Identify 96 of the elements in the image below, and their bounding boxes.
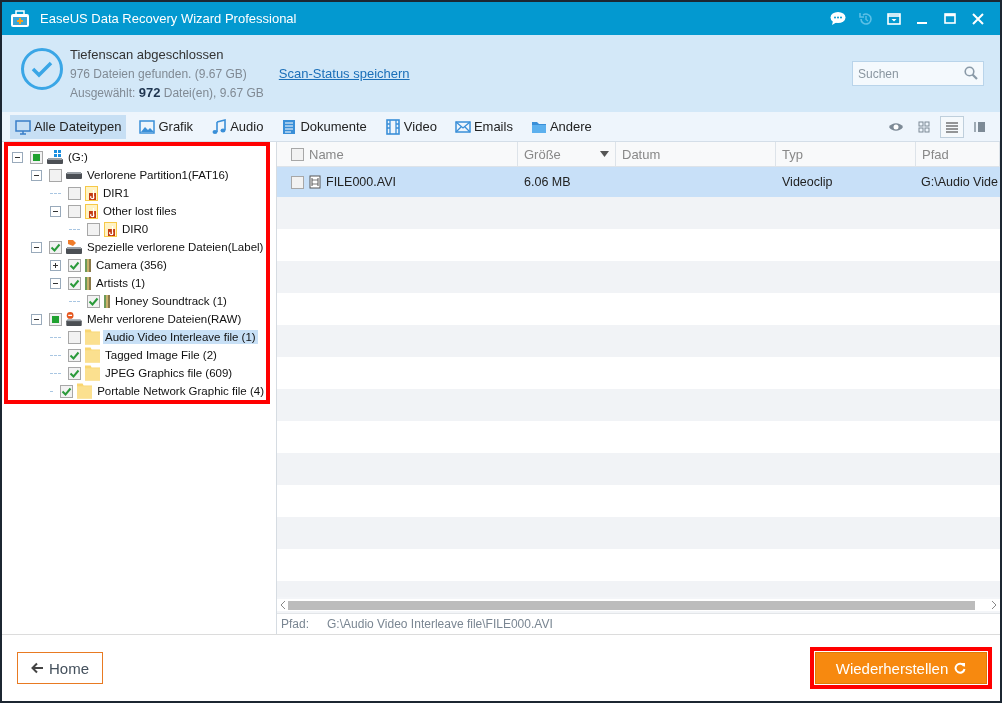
chat-bubble-icon[interactable] <box>830 10 846 27</box>
video-file-icon <box>309 175 321 189</box>
filter-tab[interactable]: Video <box>379 114 442 139</box>
scrollbar-thumb[interactable] <box>288 600 975 610</box>
checkbox[interactable] <box>291 175 304 189</box>
selected-summary-text: Ausgewählt: 972 Datei(en), 9.67 GB <box>70 85 265 100</box>
checkbox[interactable] <box>68 186 81 200</box>
maximize-icon[interactable] <box>942 10 958 27</box>
scroll-left-icon[interactable] <box>280 601 286 609</box>
checkbox[interactable] <box>87 222 100 236</box>
book-icon <box>85 276 91 290</box>
filter-tab[interactable]: Alle Dateitypen <box>10 114 127 139</box>
column-header[interactable]: Datum <box>622 146 661 162</box>
checkbox[interactable] <box>49 240 62 254</box>
tree-item[interactable]: Artists (1) <box>94 276 148 290</box>
envelope-icon <box>454 118 471 135</box>
window-title: EaseUS Data Recovery Wizard Professional <box>40 11 297 26</box>
search-field[interactable]: Suchen <box>852 61 984 86</box>
drive-icon <box>66 312 82 326</box>
checkbox[interactable] <box>68 348 81 362</box>
expand-toggle[interactable] <box>50 259 61 271</box>
path-value: G:\Audio Video Interleave file\FILE000.AVI <box>327 617 553 631</box>
grid-icon <box>916 118 932 135</box>
tagged-drive-icon <box>66 240 82 254</box>
collapse-toggle[interactable] <box>50 277 61 289</box>
collapse-toggle[interactable] <box>31 241 42 253</box>
view-mode-button[interactable] <box>940 115 964 138</box>
horizontal-scrollbar[interactable] <box>277 599 1000 611</box>
table-cell: FILE000.AVI <box>326 175 396 189</box>
redo-arrow-icon <box>954 662 967 674</box>
tree-item[interactable]: Mehr verlorene Dateien(RAW) <box>85 312 244 326</box>
film-strip-icon <box>384 118 401 135</box>
checkbox[interactable] <box>68 204 81 218</box>
collapse-toggle[interactable] <box>50 205 61 217</box>
checkbox[interactable] <box>68 258 81 272</box>
collapse-toggle[interactable] <box>31 169 42 181</box>
table-cell: 6.06 MB <box>524 175 571 189</box>
table-cell: G:\Audio Vide <box>921 175 998 189</box>
column-header[interactable]: Pfad <box>922 146 949 162</box>
tree-item[interactable]: DIR0 <box>120 222 151 236</box>
checkbox[interactable] <box>68 330 81 344</box>
save-scan-link[interactable]: Scan-Status speichern <box>278 66 410 81</box>
file-row[interactable]: FILE000.AVI 6.06 MB Videoclip G:\Audio Vide <box>277 167 1000 197</box>
close-icon[interactable] <box>970 10 986 27</box>
collapse-toggle[interactable] <box>31 313 42 325</box>
folder-icon <box>85 347 100 363</box>
folder-icon <box>85 365 100 381</box>
damaged-folder-icon <box>104 221 117 237</box>
tree-item[interactable]: DIR1 <box>101 186 132 200</box>
scroll-right-icon[interactable] <box>991 601 997 609</box>
column-header[interactable]: Name <box>309 146 344 162</box>
book-icon <box>104 294 110 308</box>
damaged-folder-icon <box>85 185 98 201</box>
filter-tab[interactable]: Andere <box>525 114 597 139</box>
tree-item[interactable]: JPEG Graphics file (609) <box>103 366 235 380</box>
tree-item[interactable]: Spezielle verlorene Dateien(Label) <box>85 240 266 254</box>
search-icon <box>964 66 978 80</box>
home-button[interactable]: Home <box>17 652 103 684</box>
drive-icon <box>47 150 63 164</box>
book-icon <box>85 258 91 272</box>
filter-tab[interactable]: Grafik <box>134 114 199 139</box>
check-circle-icon <box>20 46 64 91</box>
picture-icon <box>139 118 156 135</box>
tree-item[interactable]: Camera (356) <box>94 258 169 272</box>
files-found-text: 976 Dateien gefunden. (9.67 GB) <box>70 66 247 81</box>
tree-item[interactable]: Honey Soundtrack (1) <box>113 294 229 308</box>
filter-tab[interactable]: Emails <box>449 114 518 139</box>
checkbox[interactable] <box>60 384 74 398</box>
checkbox[interactable] <box>87 294 100 308</box>
app-logo-icon <box>10 9 30 28</box>
table-cell: Videoclip <box>782 175 833 189</box>
tree-item[interactable]: Tagged Image File (2) <box>103 348 219 362</box>
monitor-icon <box>15 118 31 135</box>
tree-item[interactable]: Other lost files <box>101 204 179 218</box>
folder-icon <box>77 383 93 399</box>
checkbox[interactable] <box>68 366 81 380</box>
checkbox[interactable] <box>49 168 62 182</box>
tree-item[interactable]: (G:) <box>66 150 90 164</box>
checkbox[interactable] <box>68 276 81 290</box>
filter-tab[interactable]: Audio <box>206 114 269 139</box>
path-label: Pfad: <box>281 617 310 631</box>
filter-tab[interactable]: Dokumente <box>276 114 372 139</box>
document-icon <box>281 118 298 135</box>
tree-item[interactable]: Verlorene Partition1(FAT16) <box>85 168 231 182</box>
collapse-toggle[interactable] <box>12 151 23 163</box>
damaged-folder-icon <box>85 203 98 219</box>
drive-icon <box>66 171 82 179</box>
scan-status-text: Tiefenscan abgeschlossen <box>70 47 225 62</box>
tree-item[interactable]: Portable Network Graphic file (4) <box>95 384 266 398</box>
sort-arrow-icon[interactable] <box>600 151 609 157</box>
checkbox[interactable] <box>291 147 304 161</box>
tree-item[interactable]: Audio Video Interleave file (1) <box>103 330 258 344</box>
dropdown-menu-icon[interactable] <box>886 10 902 27</box>
folder-icon <box>85 329 100 345</box>
arrow-left-icon <box>31 662 44 674</box>
music-note-icon <box>211 118 228 135</box>
